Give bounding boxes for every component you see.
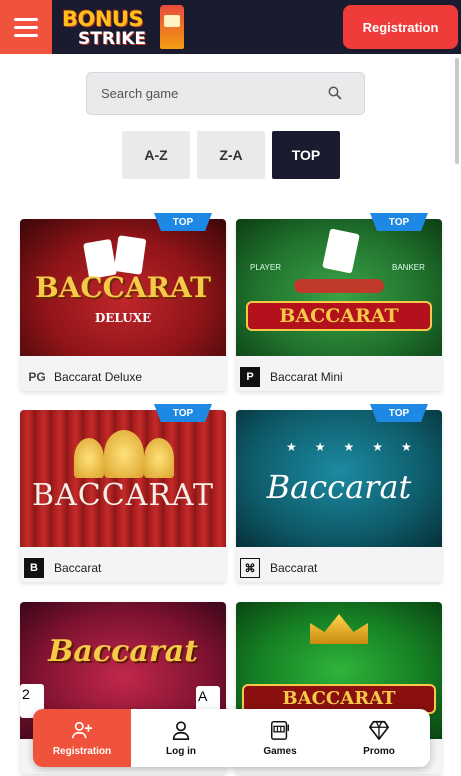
game-thumbnail[interactable]: PLAYER BANKER BACCARAT [236,219,442,356]
nav-label: Games [263,746,297,757]
search-icon[interactable] [328,86,342,100]
top-badge: TOP [370,404,428,422]
dome-art [74,438,104,478]
diamond-icon [369,720,389,740]
game-card[interactable]: PLAYER BANKER BACCARAT TOP P Baccarat Mi… [236,213,442,391]
menu-line [14,17,38,21]
game-thumbnail[interactable]: BACCARAT [20,410,226,547]
playing-card-art [113,235,147,275]
hamburger-menu-button[interactable] [0,0,52,54]
game-card[interactable]: BACCARAT TOP B Baccarat [20,404,226,582]
bottom-navigation: Registration Log in Games Promo [33,709,430,767]
game-art-title: Baccarat [48,634,198,669]
nav-registration[interactable]: Registration [33,709,131,767]
search-box [86,72,365,115]
tab-a-z[interactable]: A-Z [122,131,190,179]
tab-top[interactable]: TOP [272,131,340,179]
game-name[interactable]: Baccarat Mini [270,370,343,384]
provider-logo-icon: ⌘ [240,558,260,578]
crown-art [310,614,368,644]
scrollbar[interactable] [455,58,459,164]
top-badge: TOP [154,213,212,231]
game-art-title: BACCARAT [35,271,211,304]
slot-machine-logo-icon [160,5,184,49]
nav-label: Log in [166,746,196,757]
nav-label: Promo [363,746,395,757]
top-badge: TOP [370,213,428,231]
tab-z-a[interactable]: Z-A [197,131,265,179]
add-user-icon [72,721,93,739]
game-card[interactable]: BACCARAT DELUXE TOP PG Baccarat Deluxe [20,213,226,391]
provider-logo-icon: PG [28,370,46,384]
game-name[interactable]: Baccarat [270,561,317,575]
provider-logo-icon: B [24,558,44,578]
top-badge: TOP [154,404,212,422]
game-art-title: BACCARAT [279,305,399,327]
menu-line [14,33,38,37]
playing-card-art [322,228,360,274]
nav-games[interactable]: Games [231,709,329,767]
top-header: BONUS STRIKE Registration [0,0,461,54]
game-art-title: BACCARAT [282,688,396,709]
slot-machine-icon [271,721,289,740]
chip-stack-art [294,279,384,293]
game-card[interactable]: ★★★★★ Baccarat TOP ⌘ Baccarat [236,404,442,582]
banker-label: BANKER [392,263,425,272]
game-thumbnail[interactable]: BACCARAT DELUXE [20,219,226,356]
game-name[interactable]: Baccarat Deluxe [54,370,142,384]
search-input[interactable] [101,73,321,114]
nav-promo[interactable]: Promo [330,709,428,767]
player-label: PLAYER [250,263,281,272]
dome-art [104,430,144,478]
game-art-title: BACCARAT [32,478,214,513]
registration-button[interactable]: Registration [343,5,458,49]
menu-line [14,25,38,29]
bonus-strike-logo[interactable]: BONUS STRIKE [60,5,190,51]
provider-logo-icon: P [240,367,260,387]
nav-log-in[interactable]: Log in [132,709,230,767]
stars-art: ★★★★★ [286,440,430,454]
game-art-title: Baccarat [266,468,412,506]
game-art-subtitle: DELUXE [94,311,152,325]
dome-art [144,438,174,478]
game-thumbnail[interactable]: ★★★★★ Baccarat [236,410,442,547]
game-name[interactable]: Baccarat [54,561,101,575]
user-icon [172,721,190,740]
nav-label: Registration [52,746,112,757]
